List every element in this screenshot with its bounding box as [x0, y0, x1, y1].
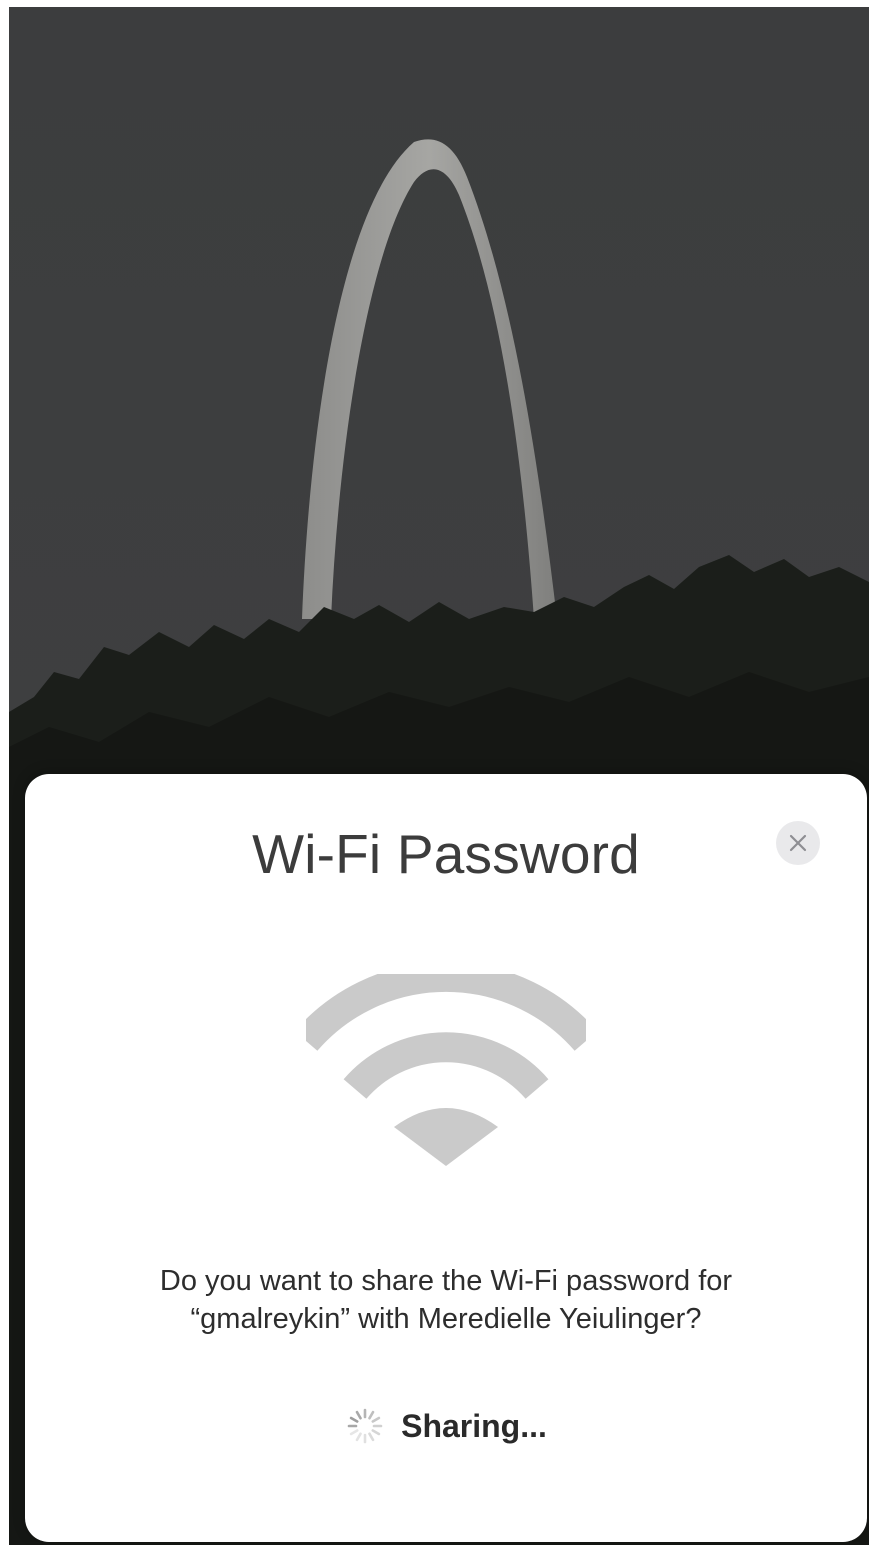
message-line-1: Do you want to share the Wi-Fi password … [159, 1265, 733, 1297]
activity-spinner-icon [347, 1408, 383, 1444]
device-screen: Wi-Fi Password Do you want to share the … [9, 7, 869, 1545]
close-button[interactable] [776, 821, 820, 865]
sheet-title: Wi-Fi Password [252, 823, 640, 885]
message-line-2: “gmalreykin” with Meredielle Yeiulinger? [190, 1303, 702, 1335]
wifi-icon [306, 974, 586, 1166]
share-password-sheet: Wi-Fi Password Do you want to share the … [25, 774, 867, 1542]
close-icon [789, 834, 807, 852]
share-prompt-message: Do you want to share the Wi-Fi password … [85, 1262, 807, 1338]
sharing-label: Sharing... [401, 1407, 547, 1444]
sharing-status: Sharing... [25, 1396, 867, 1456]
